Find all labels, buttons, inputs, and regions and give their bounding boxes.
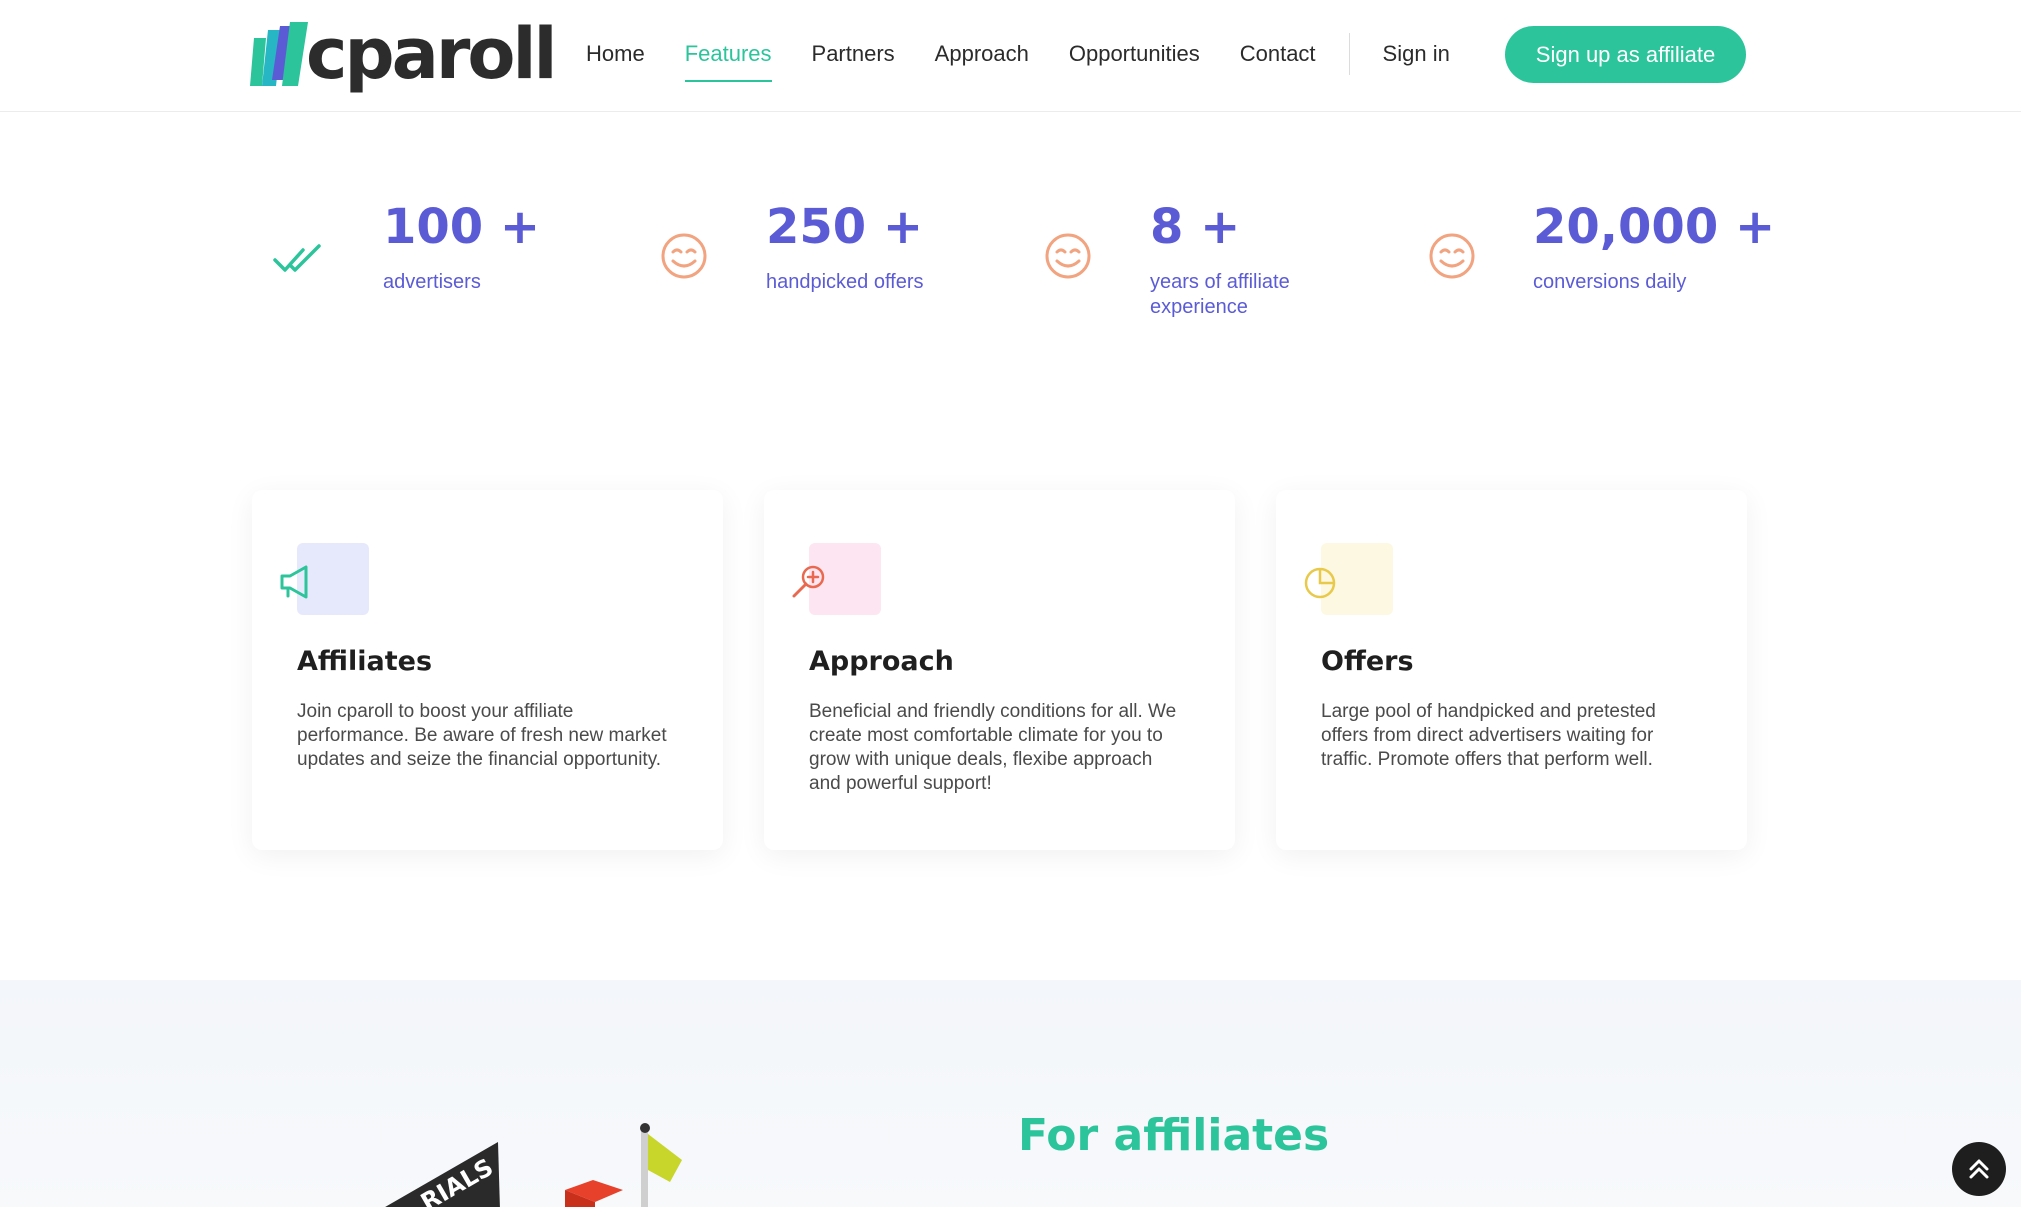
nav-opportunities[interactable]: Opportunities — [1069, 0, 1200, 108]
nav-approach[interactable]: Approach — [935, 0, 1029, 108]
section-title: For affiliates — [1018, 1110, 1330, 1161]
main-nav: Home Features Partners Approach Opportun… — [586, 0, 1490, 108]
stat-offers-value: 250 + — [766, 199, 924, 255]
pie-chart-icon — [1304, 567, 1336, 599]
stat-advertisers-value: 100 + — [383, 199, 541, 255]
stat-offers-label: handpicked offers — [766, 271, 924, 293]
for-affiliates-section: RIALS — [0, 980, 2021, 1207]
nav-divider — [1348, 33, 1350, 75]
stat-advertisers-label: advertisers — [383, 271, 481, 293]
smiley-icon — [1429, 233, 1475, 279]
card-title: Approach — [809, 646, 954, 677]
nav-home[interactable]: Home — [586, 0, 645, 108]
card-title: Affiliates — [297, 646, 433, 677]
double-check-icon — [273, 244, 321, 272]
stat-conversions-value: 20,000 + — [1533, 199, 1776, 255]
feature-card-affiliates: Affiliates Join cparoll to boost your af… — [252, 490, 723, 850]
sign-in-link[interactable]: Sign in — [1383, 0, 1450, 108]
nav-contact[interactable]: Contact — [1240, 0, 1316, 108]
card-text: Large pool of handpicked and pretested o… — [1321, 701, 1656, 770]
feature-card-approach: Approach Beneficial and friendly conditi… — [764, 490, 1235, 850]
nav-partners[interactable]: Partners — [812, 0, 895, 108]
stat-experience-label: years of affiliate experience — [1150, 271, 1290, 318]
stat-conversions-label: conversions daily — [1533, 271, 1687, 293]
scroll-to-top-button[interactable] — [1952, 1142, 2006, 1196]
double-chevron-up-icon — [1969, 1159, 1989, 1179]
site-header: cparoll Home Features Partners Approach … — [0, 0, 2021, 112]
feature-card-offers: Offers Large pool of handpicked and pret… — [1276, 490, 1747, 850]
megaphone-icon — [280, 565, 308, 599]
magnifier-plus-icon — [792, 565, 825, 598]
card-text: Join cparoll to boost your affiliate per… — [297, 701, 667, 770]
nav-features[interactable]: Features — [684, 0, 772, 108]
card-title: Offers — [1321, 646, 1414, 677]
logo-mark-icon — [250, 22, 308, 86]
stat-experience-value: 8 + — [1150, 199, 1241, 255]
illustration-image: RIALS — [385, 1123, 682, 1207]
logo-text: cparoll — [306, 13, 557, 95]
signup-affiliate-button[interactable]: Sign up as affiliate — [1505, 26, 1746, 83]
card-text: Beneficial and friendly conditions for a… — [809, 701, 1177, 794]
logo[interactable]: cparoll — [250, 13, 557, 95]
smiley-icon — [661, 233, 707, 279]
smiley-icon — [1045, 233, 1091, 279]
